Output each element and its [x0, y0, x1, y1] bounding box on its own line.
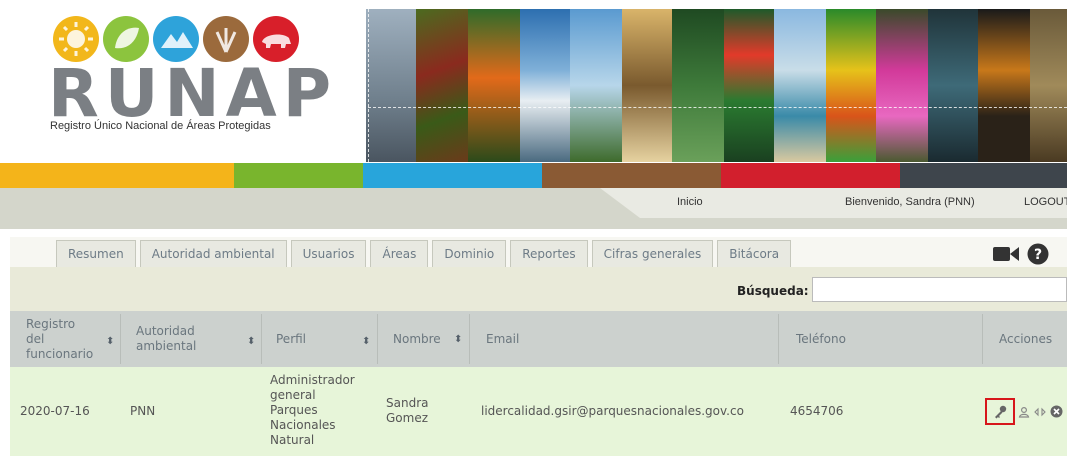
tab-bitacora[interactable]: Bitácora [717, 240, 792, 267]
logout-link[interactable]: LOGOUT [1024, 196, 1067, 208]
column-header-label: Acciones [999, 331, 1053, 346]
tab-areas[interactable]: Áreas [370, 240, 429, 267]
column-header-email: Email [486, 311, 766, 367]
color-bar [0, 163, 1067, 188]
column-header-perfil[interactable]: Perfil [276, 311, 356, 367]
tab-dominio[interactable]: Dominio [432, 240, 507, 267]
header: RUNAP Registro Único Nacional de Áreas P… [0, 0, 1067, 163]
column-header-label: Perfil [276, 331, 307, 346]
cell-autoridad: PNN [130, 404, 156, 418]
column-header-telefono: Teléfono [796, 311, 946, 367]
sort-icon[interactable]: ⬍ [454, 334, 462, 345]
tab-cifras-generales[interactable]: Cifras generales [591, 240, 714, 267]
cell-email: lidercalidad.gsir@parquesnacionales.gov.… [481, 404, 744, 418]
color-bar-green [234, 163, 363, 188]
nav-home-link[interactable]: Inicio [677, 196, 703, 208]
svg-text:?: ? [1034, 247, 1042, 263]
color-bar-brown [542, 163, 721, 188]
column-header-autoridad[interactable]: Autoridad ambiental [136, 311, 236, 367]
delete-icon[interactable] [1049, 405, 1063, 419]
column-header-label: Email [486, 331, 520, 346]
cell-telefono: 4654706 [790, 404, 844, 418]
sort-icon[interactable]: ⬍ [247, 336, 255, 347]
cell-nombre: Sandra Gomez [386, 396, 429, 425]
video-camera-icon[interactable] [993, 245, 1019, 267]
color-bar-yellow [0, 163, 234, 188]
tab-autoridad-ambiental[interactable]: Autoridad ambiental [139, 240, 287, 267]
nav-strip [600, 188, 1067, 218]
sort-icon[interactable]: ⬍ [362, 336, 370, 347]
tab-resumen[interactable]: Resumen [56, 240, 136, 267]
help-icon[interactable]: ? [1027, 243, 1049, 269]
cell-registro: 2020-07-16 [20, 404, 90, 418]
runap-logo[interactable]: RUNAP Registro Único Nacional de Áreas P… [48, 16, 331, 136]
column-header-label: Registro del funcionario [26, 316, 94, 361]
main-tabs: Resumen Autoridad ambiental Usuarios Áre… [56, 240, 792, 267]
sort-icon[interactable]: ⬍ [106, 336, 114, 347]
column-header-label: Autoridad ambiental [136, 324, 197, 353]
column-header-nombre[interactable]: Nombre [393, 311, 453, 367]
color-bar-dark [900, 163, 1067, 188]
cell-perfil: Administrador general Parques Nacionales… [270, 373, 355, 447]
key-action-highlight [985, 398, 1015, 425]
user-icon[interactable] [1017, 405, 1031, 419]
logo-wordmark: RUNAP [48, 55, 338, 132]
search-label: Búsqueda: [737, 284, 809, 298]
key-icon[interactable] [993, 405, 1007, 419]
row-actions [985, 398, 1063, 425]
column-header-acciones: Acciones [999, 311, 1065, 367]
nature-photo-banner [366, 9, 1067, 162]
tab-icons: ? [993, 243, 1049, 269]
logo-subtitle: Registro Único Nacional de Áreas Protegi… [50, 120, 271, 132]
tab-reportes[interactable]: Reportes [510, 240, 588, 267]
tab-usuarios[interactable]: Usuarios [290, 240, 367, 267]
search-input[interactable] [812, 277, 1067, 302]
welcome-message: Bienvenido, Sandra (PNN) [845, 196, 975, 208]
color-bar-red [721, 163, 900, 188]
transfer-icon[interactable] [1033, 405, 1047, 419]
column-header-label: Teléfono [796, 331, 846, 346]
color-bar-blue [363, 163, 542, 188]
column-header-label: Nombre [393, 331, 441, 346]
